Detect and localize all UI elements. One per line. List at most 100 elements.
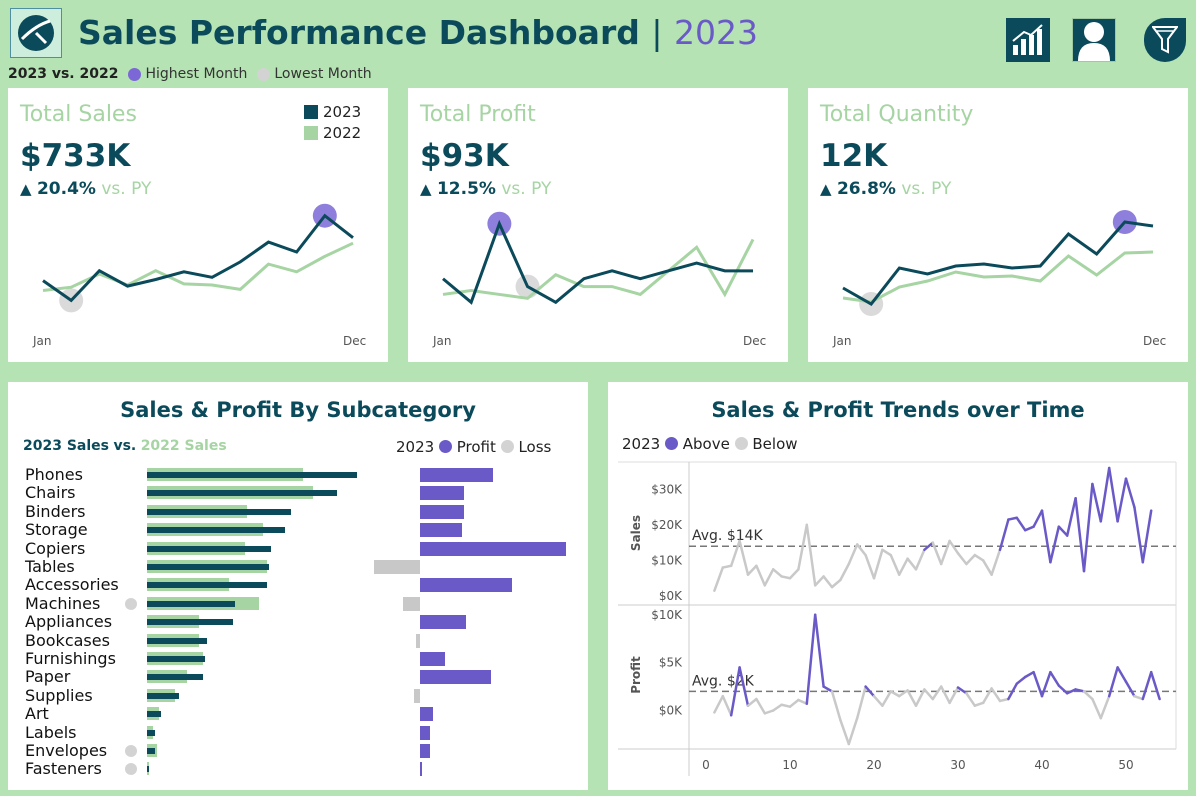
trend-segment — [746, 697, 758, 707]
trend-segment — [872, 694, 884, 707]
bar-2023-sales[interactable] — [147, 619, 233, 626]
bar-2023-sales[interactable] — [147, 564, 269, 570]
bar-profit[interactable] — [420, 578, 513, 593]
bar-profit[interactable] — [420, 615, 467, 630]
trend-segment — [1040, 509, 1052, 564]
bar-profit[interactable] — [420, 523, 463, 538]
bar-2023-sales[interactable] — [147, 582, 267, 589]
trend-segment — [855, 543, 867, 557]
x-tick-label: 10 — [782, 758, 797, 772]
top-legend: 2023 vs. 2022 Highest Month Lowest Month — [8, 66, 372, 82]
trend-segment — [1023, 670, 1035, 679]
kpi-card-total-quantity[interactable]: Jan Dec Total Quantity 12K ▲ 26.8% vs. PY — [808, 88, 1188, 362]
trend-segment — [813, 575, 825, 587]
bar-2023-sales[interactable] — [147, 692, 179, 699]
trend-segment — [797, 523, 809, 571]
legend-lowest: Lowest Month — [274, 66, 372, 82]
trend-segment — [1141, 509, 1153, 564]
bar-2023-sales[interactable] — [147, 766, 149, 773]
trend-segment — [1032, 509, 1044, 528]
bar-loss[interactable] — [373, 560, 420, 574]
bar-loss[interactable] — [414, 688, 420, 703]
kpi-sparkline-quantity: Jan Dec — [832, 210, 1166, 348]
trend-segment — [721, 694, 733, 717]
trend-segment — [864, 553, 876, 580]
subcategory-profit-legend: 2023 Profit Loss — [396, 438, 552, 456]
subcategory-sales-legend: 2023 Sales vs. 2022 Sales — [23, 438, 227, 454]
legend-comparison: 2023 vs. 2022 — [8, 66, 119, 82]
bar-2023-sales[interactable] — [147, 748, 155, 754]
customer-view-button[interactable] — [1072, 18, 1116, 62]
bar-2023-sales[interactable] — [147, 656, 205, 662]
trend-segment — [713, 694, 725, 714]
bar-2023-sales[interactable] — [147, 490, 337, 497]
trend-segment — [965, 553, 977, 566]
trend-segment — [914, 548, 926, 571]
loss-marker — [125, 597, 137, 610]
bar-loss[interactable] — [416, 633, 420, 648]
trend-segment — [956, 686, 968, 695]
trend-segment — [889, 553, 901, 576]
trend-segment — [998, 518, 1010, 552]
bar-profit[interactable] — [420, 670, 492, 685]
trend-segment — [1023, 525, 1035, 532]
subcategory-label: Chairs — [25, 483, 76, 503]
x-tick-label: 20 — [866, 758, 881, 772]
subcategory-label: Binders — [25, 501, 86, 521]
bar-2023-sales[interactable] — [147, 508, 291, 515]
bar-profit[interactable] — [420, 504, 465, 519]
kpi-value: 12K — [820, 138, 888, 174]
subcategory-label: Envelopes — [25, 741, 108, 760]
average-label: Avg. $2K — [692, 673, 755, 689]
bar-profit[interactable] — [420, 707, 434, 722]
lowest-month-swatch — [257, 67, 271, 81]
kpi-card-total-sales[interactable]: Jan Dec Total Sales $733K ▲ 20.4% vs. PY … — [8, 88, 388, 362]
bar-profit[interactable] — [420, 652, 446, 666]
trend-segment — [763, 709, 775, 715]
bar-profit[interactable] — [420, 744, 430, 758]
trend-segment — [1082, 690, 1094, 701]
trend-segment — [965, 692, 977, 707]
trend-segment — [1116, 666, 1128, 684]
bar-profit[interactable] — [420, 725, 430, 740]
filter-button[interactable] — [1144, 18, 1186, 62]
subcategory-label: Machines — [25, 593, 101, 613]
trend-segment — [998, 697, 1010, 703]
bar-profit[interactable] — [420, 486, 465, 501]
x-tick-label: 0 — [702, 758, 710, 772]
trend-segment — [1091, 697, 1103, 720]
bar-profit[interactable] — [420, 468, 494, 482]
y-tick-label: $20K — [651, 518, 683, 532]
bar-2023-sales[interactable] — [147, 729, 155, 736]
x-tick-label: 50 — [1118, 758, 1133, 772]
bar-2023-sales[interactable] — [147, 600, 235, 607]
user-icon — [1078, 22, 1110, 61]
page-title: Sales Performance Dashboard | 2023 — [78, 13, 758, 52]
bar-profit[interactable] — [420, 762, 422, 777]
subcategory-chart-card: Sales & Profit By Subcategory 2023 Sales… — [8, 382, 588, 790]
trend-segment — [939, 685, 951, 705]
trend-segment — [1091, 482, 1103, 523]
subcategory-label: Phones — [25, 465, 83, 484]
bar-2023-sales[interactable] — [147, 545, 271, 552]
y-tick-label: $0K — [659, 589, 683, 603]
trend-segment — [755, 697, 767, 715]
x-tick-end: Dec — [743, 334, 766, 348]
bar-2023-sales[interactable] — [147, 711, 161, 718]
kpi-card-total-profit[interactable]: Jan Dec Total Profit $93K ▲ 12.5% vs. PY — [408, 88, 788, 362]
bar-2023-sales[interactable] — [147, 472, 357, 478]
bar-loss[interactable] — [402, 596, 420, 611]
subcategory-label: Tables — [25, 557, 75, 576]
trend-segment — [1065, 688, 1077, 695]
y-axis-label: Sales — [629, 515, 643, 551]
bar-2023-sales[interactable] — [147, 674, 203, 681]
trend-segment — [1057, 684, 1069, 695]
bar-2023-sales[interactable] — [147, 637, 207, 644]
sales-view-button[interactable] — [1006, 18, 1050, 62]
trend-segment — [973, 553, 985, 562]
bar-2023-sales[interactable] — [147, 527, 285, 534]
bar-profit[interactable] — [420, 541, 567, 556]
trend-segment — [973, 701, 985, 707]
trend-segment — [771, 703, 783, 712]
trend-segment — [780, 575, 792, 580]
